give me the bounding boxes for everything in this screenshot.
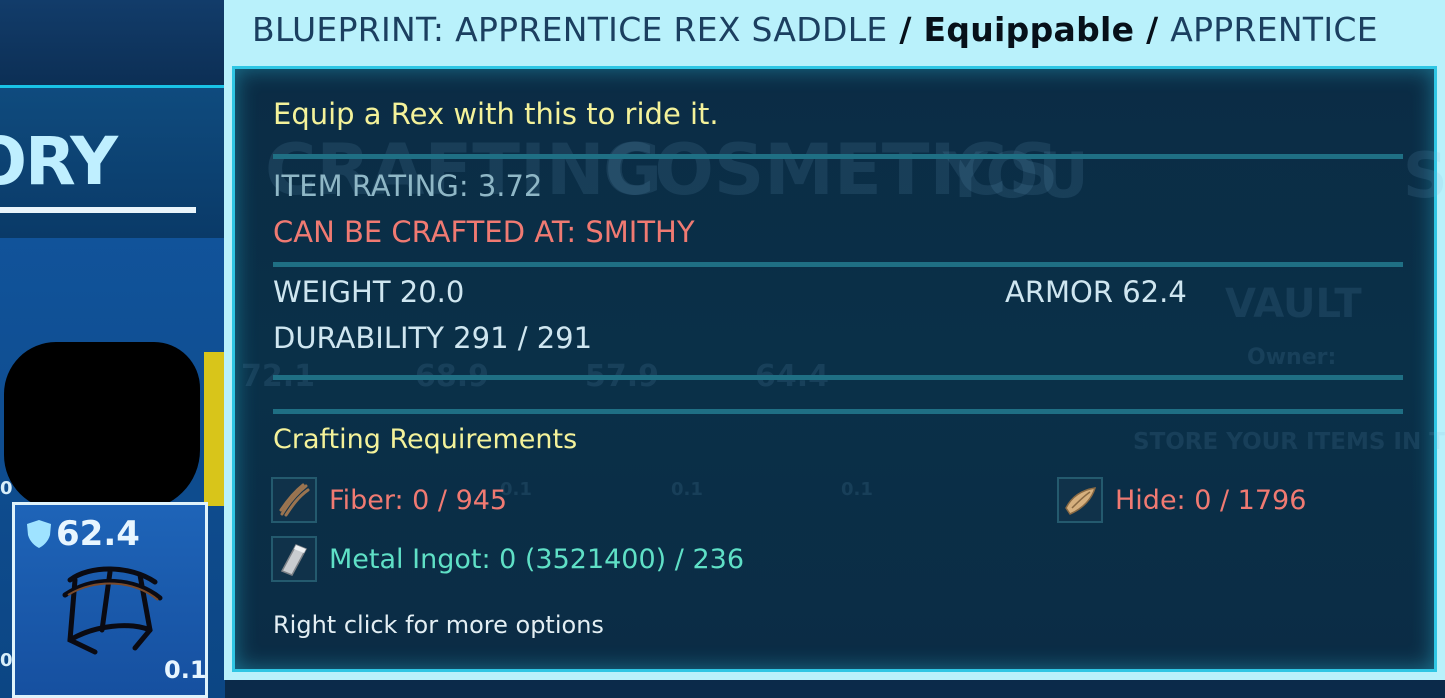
requirement-label: Hide: 0 / 1796 — [1115, 484, 1307, 516]
crafting-requirements-title: Crafting Requirements — [273, 424, 578, 455]
requirement-fiber: Fiber: 0 / 945 — [271, 477, 507, 523]
slot-armor-value: 62.4 — [26, 514, 140, 554]
requirement-label: Fiber: 0 / 945 — [329, 484, 508, 516]
divider — [273, 154, 1403, 159]
ghost-vault: VAULT — [1225, 281, 1362, 327]
requirement-metal-ingot: Metal Ingot: 0 (3521400) / 236 — [271, 536, 744, 582]
side-value: 0 — [0, 478, 13, 499]
item-type: Equippable — [923, 10, 1135, 49]
ghost-tab-you: YOU — [943, 139, 1089, 212]
item-name: BLUEPRINT: APPRENTICE REX SADDLE — [252, 10, 888, 49]
context-hint: Right click for more options — [273, 611, 604, 639]
ghost-owner: Owner: — [1247, 345, 1337, 370]
divider — [273, 375, 1403, 380]
fiber-icon — [271, 477, 317, 523]
inventory-top-strip — [0, 0, 225, 85]
item-rating: ITEM RATING: 3.72 — [273, 169, 543, 203]
rex-saddle-icon — [62, 566, 163, 655]
item-quality: APPRENTICE — [1170, 10, 1378, 49]
tooltip-header: BLUEPRINT: APPRENTICE REX SADDLE / Equip… — [252, 6, 1378, 54]
inventory-title: TORY — [0, 123, 118, 200]
redacted-area — [4, 342, 200, 510]
header-separator: / — [887, 10, 924, 49]
inventory-slot-yellow[interactable] — [204, 352, 225, 506]
hide-icon — [1057, 477, 1103, 523]
item-tooltip: BLUEPRINT: APPRENTICE REX SADDLE / Equip… — [224, 0, 1445, 680]
crafting-station: CAN BE CRAFTED AT: SMITHY — [273, 215, 695, 249]
ghost-tab-s: S — [1403, 139, 1445, 212]
metal-ingot-icon — [271, 536, 317, 582]
ghost-weight: 0.1 — [841, 479, 873, 500]
divider — [273, 409, 1403, 414]
durability-stat: DURABILITY 291 / 291 — [273, 321, 593, 355]
slot-weight-value: 0.1 — [164, 656, 207, 684]
ghost-weight: 0.1 — [671, 479, 703, 500]
ghost-store: STORE YOUR ITEMS IN TH — [1133, 429, 1445, 455]
requirement-hide: Hide: 0 / 1796 — [1057, 477, 1306, 523]
armor-stat: ARMOR 62.4 — [1005, 275, 1187, 309]
shield-icon — [27, 520, 51, 548]
weight-stat: WEIGHT 20.0 — [273, 275, 465, 309]
header-separator: / — [1134, 10, 1171, 49]
divider — [273, 262, 1403, 267]
requirement-label: Metal Ingot: 0 (3521400) / 236 — [329, 543, 744, 575]
inventory-title-underline — [0, 207, 196, 213]
item-description: Equip a Rex with this to ride it. — [273, 97, 719, 131]
tooltip-body: CRAFTING COSMETICS YOU S VAULT Owner: ST… — [232, 66, 1445, 672]
